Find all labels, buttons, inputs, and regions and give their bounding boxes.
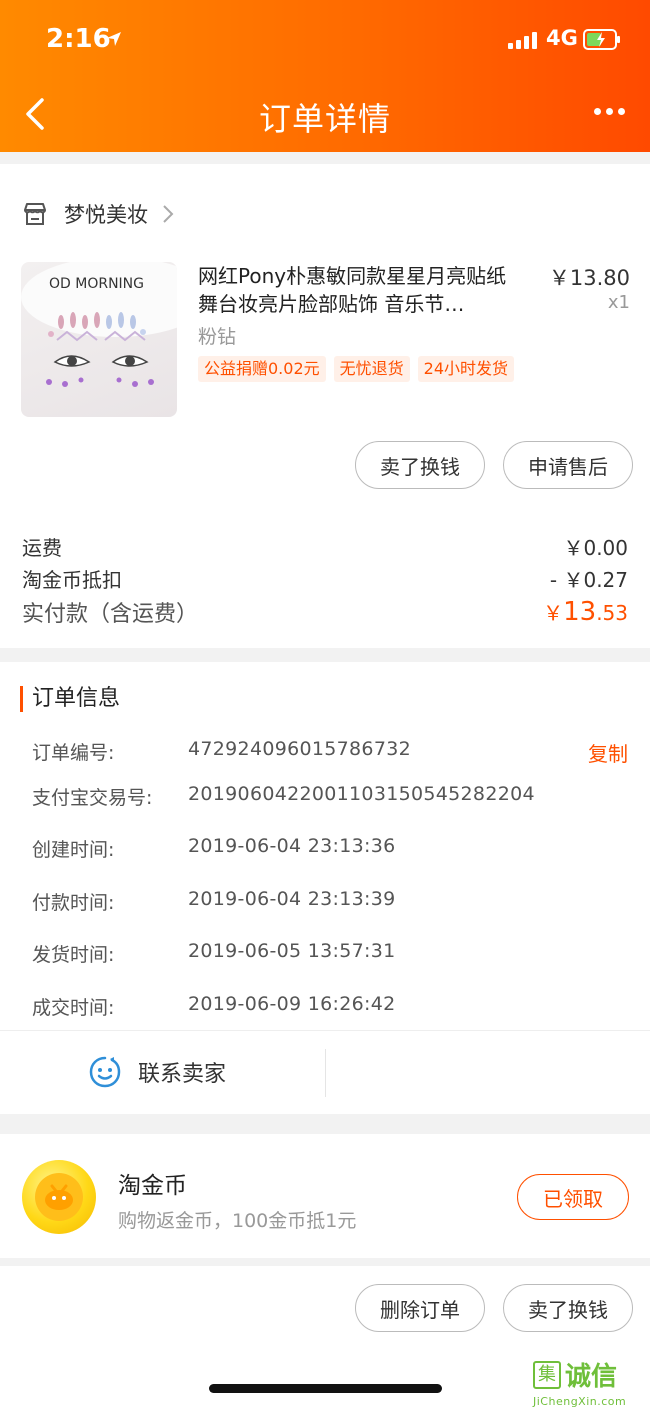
order-number-value: 472924096015786732 [188, 738, 411, 760]
battery-icon [583, 29, 620, 50]
coins-title: 淘金币 [118, 1173, 187, 1199]
product-quantity: x1 [607, 292, 630, 313]
tag-24h-ship: 24小时发货 [417, 356, 515, 382]
created-time-value: 2019-06-04 23:13:36 [188, 835, 396, 857]
sell-for-cash-button[interactable]: 卖了换钱 [503, 1284, 633, 1332]
shipping-value: ￥0.00 [563, 536, 628, 560]
header-bar: 2:16 4G 订单详情 [0, 0, 650, 152]
watermark-text: 诚信 [565, 1362, 618, 1392]
alipay-trade-label: 支付宝交易号: [32, 787, 153, 809]
shipping-fee-row: 运费 ￥0.00 [22, 532, 628, 561]
delete-order-button[interactable]: 删除订单 [355, 1284, 485, 1332]
paid-time-label: 付款时间: [32, 892, 115, 914]
shipping-label: 运费 [22, 536, 62, 560]
product-photo: OD MORNING [21, 262, 177, 387]
shipped-time-value: 2019-06-05 13:57:31 [188, 940, 396, 962]
shipped-time-label: 发货时间: [32, 944, 115, 966]
shop-icon [24, 203, 46, 225]
signal-icon [508, 31, 537, 49]
product-image-caption: OD MORNING [49, 276, 144, 292]
coins-claimed-button[interactable]: 已领取 [517, 1174, 629, 1220]
product-image[interactable]: OD MORNING [21, 262, 177, 417]
total-integer: 13 [563, 597, 597, 627]
product-title[interactable]: 网红Pony朴惠敏同款星星月亮贴纸 舞台妆亮片脸部贴饰 音乐节… [198, 262, 532, 318]
page-title: 订单详情 [258, 100, 391, 138]
alipay-trade-value: 2019060422001103150545282204 [188, 783, 535, 805]
total-currency: ￥ [543, 601, 564, 625]
deal-time-label: 成交时间: [32, 997, 115, 1019]
total-decimal: .53 [596, 601, 628, 625]
coin-discount-row: 淘金币抵扣 - ￥0.27 [22, 564, 628, 593]
copy-order-number-button[interactable]: 复制 [588, 738, 628, 767]
contact-bar: 联系卖家 [0, 1030, 650, 1114]
tag-charity: 公益捐赠0.02元 [198, 356, 326, 382]
watermark-url: JiChengXin.com [533, 1395, 627, 1407]
apply-aftersale-button[interactable]: 申请售后 [503, 441, 633, 489]
order-info-title: 订单信息 [20, 686, 120, 712]
shop-name: 梦悦美妆 [64, 203, 148, 227]
watermark: 集 诚信 JiChengXin.com [533, 1356, 648, 1407]
product-tags: 公益捐赠0.02元 无忧退货 24小时发货 [198, 356, 528, 382]
coin-discount-value: - ￥0.27 [549, 568, 628, 592]
chevron-right-icon [163, 205, 174, 223]
network-type: 4G [546, 26, 578, 50]
watermark-logo: 集 [533, 1360, 561, 1389]
order-number-label: 订单编号: [32, 742, 115, 764]
contact-seller-label: 联系卖家 [138, 1062, 227, 1087]
sell-item-button[interactable]: 卖了换钱 [355, 441, 485, 489]
more-options-icon[interactable] [594, 108, 625, 115]
paid-time-value: 2019-06-04 23:13:39 [188, 888, 396, 910]
total-paid-value: ￥13.53 [543, 597, 628, 627]
status-time: 2:16 [46, 24, 111, 54]
status-bar: 2:16 4G [0, 0, 650, 80]
product-price: ￥13.80 [548, 266, 630, 290]
shop-link[interactable]: 梦悦美妆 [22, 196, 174, 232]
product-spec: 粉钻 [198, 326, 237, 348]
contact-seller-button[interactable]: 联系卖家 [88, 1055, 226, 1089]
coin-discount-label: 淘金币抵扣 [22, 568, 122, 592]
home-indicator[interactable] [209, 1384, 442, 1393]
contact-divider [325, 1049, 326, 1097]
deal-time-value: 2019-06-09 16:26:42 [188, 993, 396, 1015]
chat-bubble-icon [89, 1056, 121, 1088]
total-paid-row: 实付款（含运费） ￥13.53 [22, 596, 628, 628]
created-time-label: 创建时间: [32, 839, 115, 861]
coins-subtitle: 购物返金币，100金币抵1元 [118, 1210, 357, 1232]
location-arrow-icon [107, 32, 121, 46]
gold-coin-icon [22, 1160, 96, 1234]
total-paid-label: 实付款（含运费） [22, 602, 199, 627]
tag-free-return: 无忧退货 [333, 356, 410, 382]
